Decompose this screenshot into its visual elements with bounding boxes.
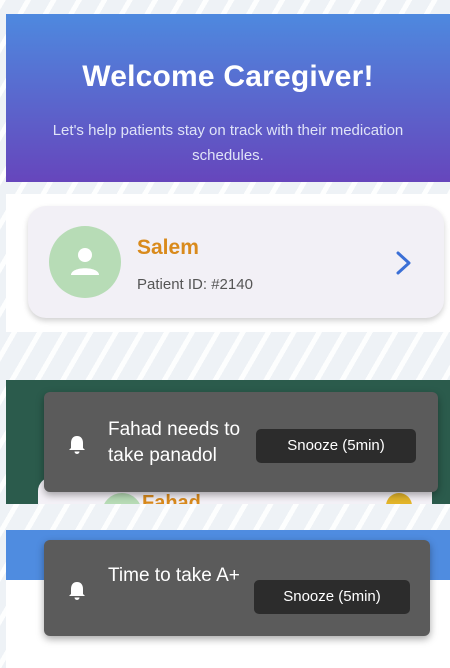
notification-screen-2: Time to take A+ Snooze (5min): [6, 530, 450, 668]
person-icon: [71, 248, 99, 275]
chevron-right-icon[interactable]: [394, 250, 414, 276]
snooze-button[interactable]: Snooze (5min): [254, 580, 410, 614]
patient-id: Patient ID: #2140: [137, 276, 253, 293]
patient-card[interactable]: Salem Patient ID: #2140: [28, 206, 444, 318]
avatar: [49, 226, 121, 298]
welcome-header: Welcome Caregiver! Let's help patients s…: [6, 14, 450, 182]
bell-icon: [69, 582, 85, 600]
notification-toast[interactable]: Time to take A+ Snooze (5min): [44, 540, 430, 636]
patient-name: Salem: [137, 236, 199, 259]
patient-name: Fahad: [142, 492, 201, 504]
bell-icon: [69, 436, 85, 454]
notification-message: Fahad needs to take panadol: [108, 419, 241, 466]
notification-message: Time to take A+: [108, 565, 240, 586]
welcome-title: Welcome Caregiver!: [82, 60, 374, 93]
notification-toast[interactable]: Fahad needs to take panadol Snooze (5min…: [44, 392, 438, 492]
snooze-button[interactable]: Snooze (5min): [256, 429, 416, 463]
notification-screen-1: Fahad Fahad needs to take panadol Snooze…: [6, 380, 450, 504]
welcome-subtitle: Let's help patients stay on track with t…: [52, 122, 404, 164]
patient-list: Salem Patient ID: #2140: [6, 194, 450, 332]
